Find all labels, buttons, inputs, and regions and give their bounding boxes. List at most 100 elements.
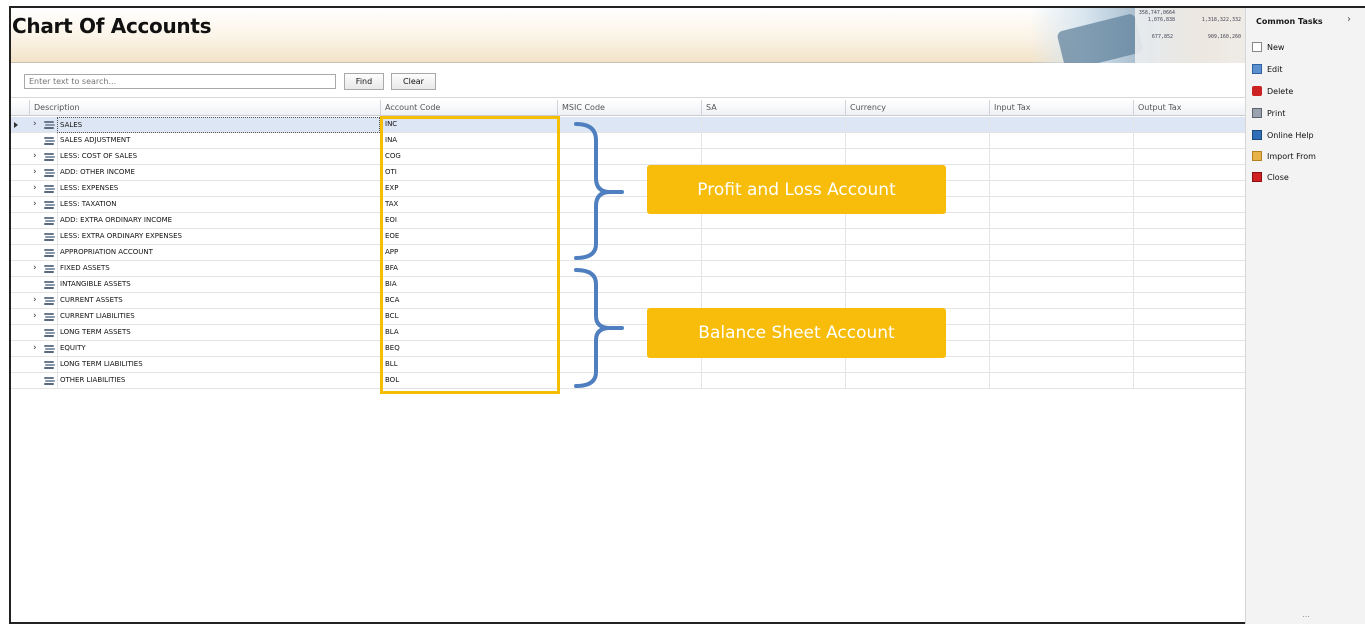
expand-chevron-icon[interactable]: › bbox=[33, 181, 37, 196]
empty-cell[interactable] bbox=[989, 261, 1133, 277]
empty-cell[interactable] bbox=[1133, 149, 1245, 165]
account-code-cell[interactable]: BOL bbox=[380, 373, 557, 389]
description-cell[interactable]: APPROPRIATION ACCOUNT bbox=[57, 245, 380, 261]
account-code-cell[interactable]: OTI bbox=[380, 165, 557, 181]
expand-chevron-icon[interactable]: › bbox=[33, 149, 37, 164]
empty-cell[interactable] bbox=[845, 277, 989, 293]
empty-cell[interactable] bbox=[1133, 357, 1245, 373]
expand-chevron-icon[interactable]: › bbox=[33, 293, 37, 308]
empty-cell[interactable] bbox=[989, 325, 1133, 341]
table-row[interactable]: › LESS: TAXATION TAX bbox=[11, 197, 1245, 213]
expand-chevron-icon[interactable]: › bbox=[33, 165, 37, 180]
empty-cell[interactable] bbox=[701, 261, 845, 277]
description-cell[interactable]: CURRENT LIABILITIES bbox=[57, 309, 380, 325]
task-print[interactable]: Print bbox=[1252, 105, 1285, 121]
expand-chevron-icon[interactable]: › bbox=[33, 197, 37, 212]
account-code-cell[interactable]: BFA bbox=[380, 261, 557, 277]
table-row[interactable]: INTANGIBLE ASSETS BIA bbox=[11, 277, 1245, 293]
column-header-output-tax[interactable]: Output Tax bbox=[1133, 100, 1245, 116]
empty-cell[interactable] bbox=[1133, 309, 1245, 325]
task-new[interactable]: New bbox=[1252, 39, 1284, 55]
empty-cell[interactable] bbox=[701, 213, 845, 229]
empty-cell[interactable] bbox=[989, 133, 1133, 149]
empty-cell[interactable] bbox=[1133, 117, 1245, 133]
table-row[interactable]: APPROPRIATION ACCOUNT APP bbox=[11, 245, 1245, 261]
empty-cell[interactable] bbox=[701, 373, 845, 389]
expand-chevron-icon[interactable]: › bbox=[33, 117, 37, 132]
empty-cell[interactable] bbox=[1133, 341, 1245, 357]
empty-cell[interactable] bbox=[1133, 181, 1245, 197]
empty-cell[interactable] bbox=[845, 293, 989, 309]
empty-cell[interactable] bbox=[989, 357, 1133, 373]
empty-cell[interactable] bbox=[845, 133, 989, 149]
empty-cell[interactable] bbox=[1133, 165, 1245, 181]
empty-cell[interactable] bbox=[701, 229, 845, 245]
description-cell[interactable]: FIXED ASSETS bbox=[57, 261, 380, 277]
column-header-sa[interactable]: SA bbox=[701, 100, 845, 116]
table-row[interactable]: LONG TERM LIABILITIES BLL bbox=[11, 357, 1245, 373]
empty-cell[interactable] bbox=[989, 181, 1133, 197]
table-row[interactable]: › CURRENT LIABILITIES BCL bbox=[11, 309, 1245, 325]
column-header-msic-code[interactable]: MSIC Code bbox=[557, 100, 701, 116]
empty-cell[interactable] bbox=[1133, 325, 1245, 341]
empty-cell[interactable] bbox=[1133, 245, 1245, 261]
empty-cell[interactable] bbox=[989, 245, 1133, 261]
description-cell[interactable]: ADD: OTHER INCOME bbox=[57, 165, 380, 181]
description-cell[interactable]: LONG TERM LIABILITIES bbox=[57, 357, 380, 373]
table-row[interactable]: › ADD: OTHER INCOME OTI bbox=[11, 165, 1245, 181]
empty-cell[interactable] bbox=[701, 133, 845, 149]
empty-cell[interactable] bbox=[845, 213, 989, 229]
empty-cell[interactable] bbox=[701, 149, 845, 165]
description-cell[interactable]: LESS: EXTRA ORDINARY EXPENSES bbox=[57, 229, 380, 245]
empty-cell[interactable] bbox=[845, 261, 989, 277]
description-cell[interactable]: EQUITY bbox=[57, 341, 380, 357]
task-delete[interactable]: Delete bbox=[1252, 83, 1293, 99]
account-code-cell[interactable]: COG bbox=[380, 149, 557, 165]
column-header-input-tax[interactable]: Input Tax bbox=[989, 100, 1133, 116]
table-row[interactable]: › LESS: EXPENSES EXP bbox=[11, 181, 1245, 197]
empty-cell[interactable] bbox=[557, 245, 701, 261]
empty-cell[interactable] bbox=[1133, 277, 1245, 293]
empty-cell[interactable] bbox=[1133, 293, 1245, 309]
account-code-cell[interactable]: EOE bbox=[380, 229, 557, 245]
empty-cell[interactable] bbox=[557, 277, 701, 293]
empty-cell[interactable] bbox=[557, 117, 701, 133]
empty-cell[interactable] bbox=[989, 277, 1133, 293]
empty-cell[interactable] bbox=[701, 245, 845, 261]
empty-cell[interactable] bbox=[845, 357, 989, 373]
empty-cell[interactable] bbox=[989, 117, 1133, 133]
account-code-cell[interactable]: BCL bbox=[380, 309, 557, 325]
description-cell[interactable]: CURRENT ASSETS bbox=[57, 293, 380, 309]
table-row[interactable]: › SALES INC bbox=[11, 117, 1245, 133]
search-input[interactable] bbox=[24, 74, 336, 89]
expand-chevron-icon[interactable]: › bbox=[33, 261, 37, 276]
clear-button[interactable]: Clear bbox=[391, 73, 436, 90]
empty-cell[interactable] bbox=[989, 197, 1133, 213]
empty-cell[interactable] bbox=[1133, 373, 1245, 389]
table-row[interactable]: › EQUITY BEQ bbox=[11, 341, 1245, 357]
empty-cell[interactable] bbox=[845, 373, 989, 389]
empty-cell[interactable] bbox=[845, 245, 989, 261]
empty-cell[interactable] bbox=[1133, 213, 1245, 229]
empty-cell[interactable] bbox=[989, 149, 1133, 165]
empty-cell[interactable] bbox=[557, 229, 701, 245]
empty-cell[interactable] bbox=[845, 149, 989, 165]
account-code-cell[interactable]: BCA bbox=[380, 293, 557, 309]
table-row[interactable]: › LESS: COST OF SALES COG bbox=[11, 149, 1245, 165]
empty-cell[interactable] bbox=[989, 213, 1133, 229]
empty-cell[interactable] bbox=[557, 133, 701, 149]
description-cell[interactable]: INTANGIBLE ASSETS bbox=[57, 277, 380, 293]
account-code-cell[interactable]: INA bbox=[380, 133, 557, 149]
expand-chevron-icon[interactable]: › bbox=[33, 309, 37, 324]
account-code-cell[interactable]: BIA bbox=[380, 277, 557, 293]
description-cell[interactable]: SALES bbox=[57, 117, 380, 133]
column-header-currency[interactable]: Currency bbox=[845, 100, 989, 116]
empty-cell[interactable] bbox=[557, 293, 701, 309]
expand-chevron-icon[interactable]: › bbox=[33, 341, 37, 356]
empty-cell[interactable] bbox=[557, 357, 701, 373]
description-cell[interactable]: SALES ADJUSTMENT bbox=[57, 133, 380, 149]
empty-cell[interactable] bbox=[845, 229, 989, 245]
account-code-cell[interactable]: BLL bbox=[380, 357, 557, 373]
description-cell[interactable]: LESS: EXPENSES bbox=[57, 181, 380, 197]
description-cell[interactable]: ADD: EXTRA ORDINARY INCOME bbox=[57, 213, 380, 229]
